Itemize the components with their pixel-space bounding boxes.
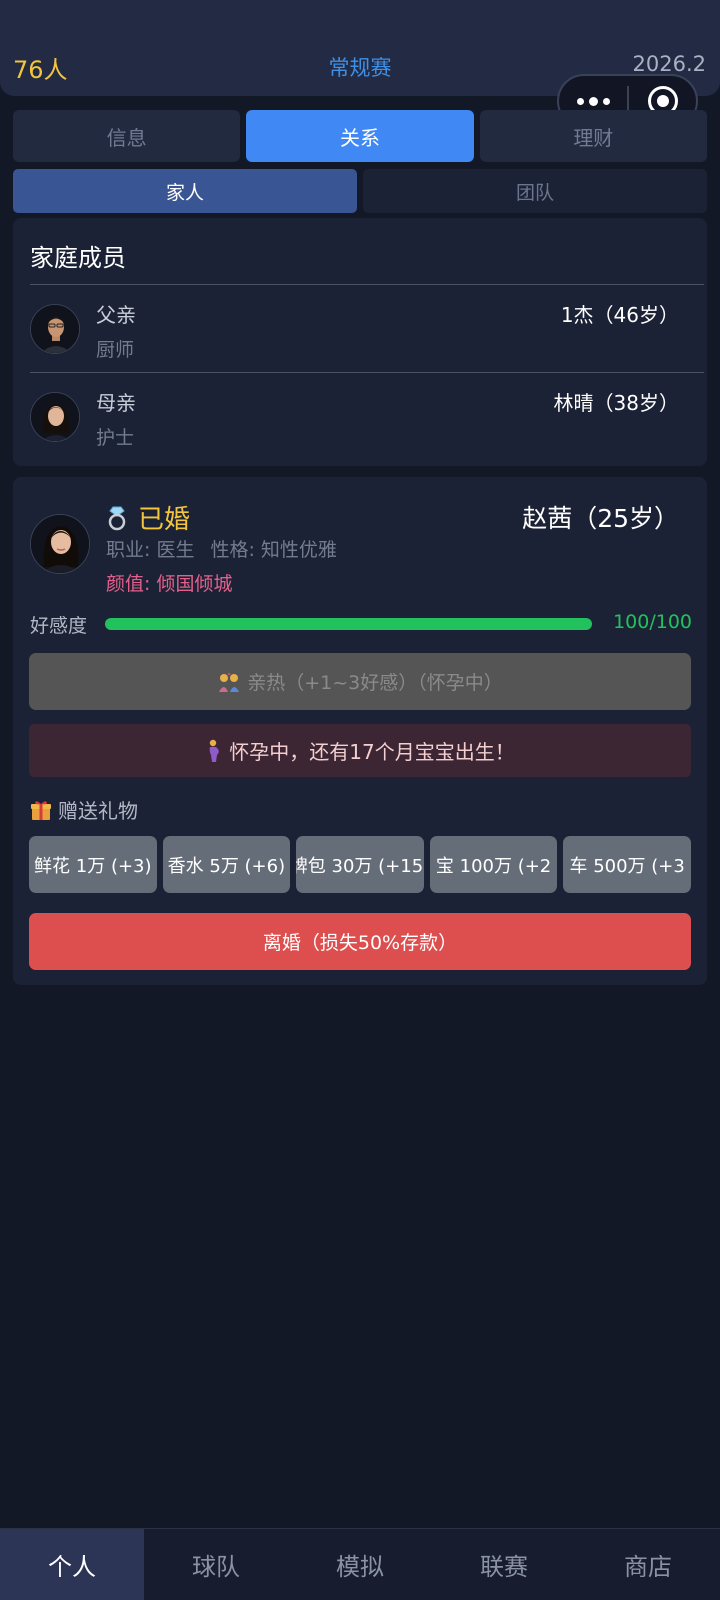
avatar xyxy=(30,392,80,442)
gift-flowers-button[interactable]: 鲜花 1万 (+3) xyxy=(29,836,157,893)
member-role: 父亲 xyxy=(96,303,136,327)
divorce-button[interactable]: 离婚（损失50%存款） xyxy=(29,913,691,970)
spouse-beauty: 颜值: 倾国倾城 xyxy=(106,573,233,595)
subtab-team[interactable]: 团队 xyxy=(363,169,707,213)
gift-icon xyxy=(31,800,51,820)
marital-status: 已婚 xyxy=(106,499,190,536)
spouse-name-age: 赵茜（25岁） xyxy=(522,504,679,533)
tab-finance[interactable]: 理财 xyxy=(479,110,707,162)
member-name-age: 林晴（38岁） xyxy=(553,391,679,415)
favor-progress-fill xyxy=(105,618,592,630)
tab-info[interactable]: 信息 xyxy=(13,110,241,162)
pregnancy-notice-text: 怀孕中，还有17个月宝宝出生！ xyxy=(229,740,515,764)
gift-options: 鲜花 1万 (+3) 香水 5万 (+6) 牌包 30万 (+15) 宝 100… xyxy=(29,836,691,893)
more-icon[interactable] xyxy=(559,96,627,106)
family-member-mother: 母亲 护士 林晴（38岁） xyxy=(13,373,707,461)
nav-shop[interactable]: 商店 xyxy=(576,1529,720,1600)
bottom-nav: 个人 球队 模拟 联赛 商店 xyxy=(0,1528,720,1600)
favor-progress-bar xyxy=(105,618,592,630)
game-date: 2026.2 xyxy=(632,52,706,76)
favor-value: 100/100 xyxy=(613,611,692,633)
spouse-job: 职业: 医生 xyxy=(106,539,195,561)
subtab-family[interactable]: 家人 xyxy=(13,169,357,213)
gift-jewelry-button[interactable]: 宝 100万 (+2 xyxy=(429,836,558,893)
nav-team[interactable]: 球队 xyxy=(144,1529,288,1600)
kiss-couple-icon xyxy=(219,672,240,692)
nav-simulate[interactable]: 模拟 xyxy=(288,1529,432,1600)
ring-icon xyxy=(108,506,126,530)
avatar xyxy=(30,514,90,574)
member-job: 厨师 xyxy=(96,339,135,361)
nav-league[interactable]: 联赛 xyxy=(432,1529,576,1600)
gift-car-button[interactable]: 车 500万 (+3 xyxy=(563,836,691,893)
sub-tabs: 家人 团队 xyxy=(13,169,707,213)
family-card: 家庭成员 父亲 厨师 1杰（46岁） 母亲 护士 林晴（38岁） xyxy=(13,218,707,466)
tab-relations[interactable]: 关系 xyxy=(246,110,474,162)
spouse-personality: 性格: 知性优雅 xyxy=(210,539,337,561)
nav-personal[interactable]: 个人 xyxy=(0,1529,144,1600)
avatar xyxy=(30,304,80,354)
pregnant-woman-icon xyxy=(209,739,220,762)
gift-section-title: 赠送礼物 xyxy=(30,795,138,824)
spouse-info-line: 职业: 医生 性格: 知性优雅 xyxy=(106,535,337,562)
gift-handbag-button[interactable]: 牌包 30万 (+15) xyxy=(296,836,424,893)
member-role: 母亲 xyxy=(96,391,136,415)
intimate-button[interactable]: 亲热（+1~3好感）（怀孕中） xyxy=(29,653,691,710)
member-name-age: 1杰（46岁） xyxy=(560,303,679,327)
spouse-card: 已婚 赵茜（25岁） 职业: 医生 性格: 知性优雅 颜值: 倾国倾城 好感度 1… xyxy=(13,477,707,985)
family-title: 家庭成员 xyxy=(30,244,126,272)
member-job: 护士 xyxy=(96,427,135,449)
gift-section-label: 赠送礼物 xyxy=(58,799,138,823)
intimate-button-label: 亲热（+1~3好感）（怀孕中） xyxy=(247,672,503,694)
main-tabs: 信息 关系 理财 xyxy=(13,110,707,162)
pregnancy-notice: 怀孕中，还有17个月宝宝出生！ xyxy=(29,724,691,777)
gift-perfume-button[interactable]: 香水 5万 (+6) xyxy=(162,836,291,893)
favor-label: 好感度 xyxy=(30,615,88,637)
marital-status-label: 已婚 xyxy=(138,505,191,535)
family-member-father: 父亲 厨师 1杰（46岁） xyxy=(13,285,707,373)
